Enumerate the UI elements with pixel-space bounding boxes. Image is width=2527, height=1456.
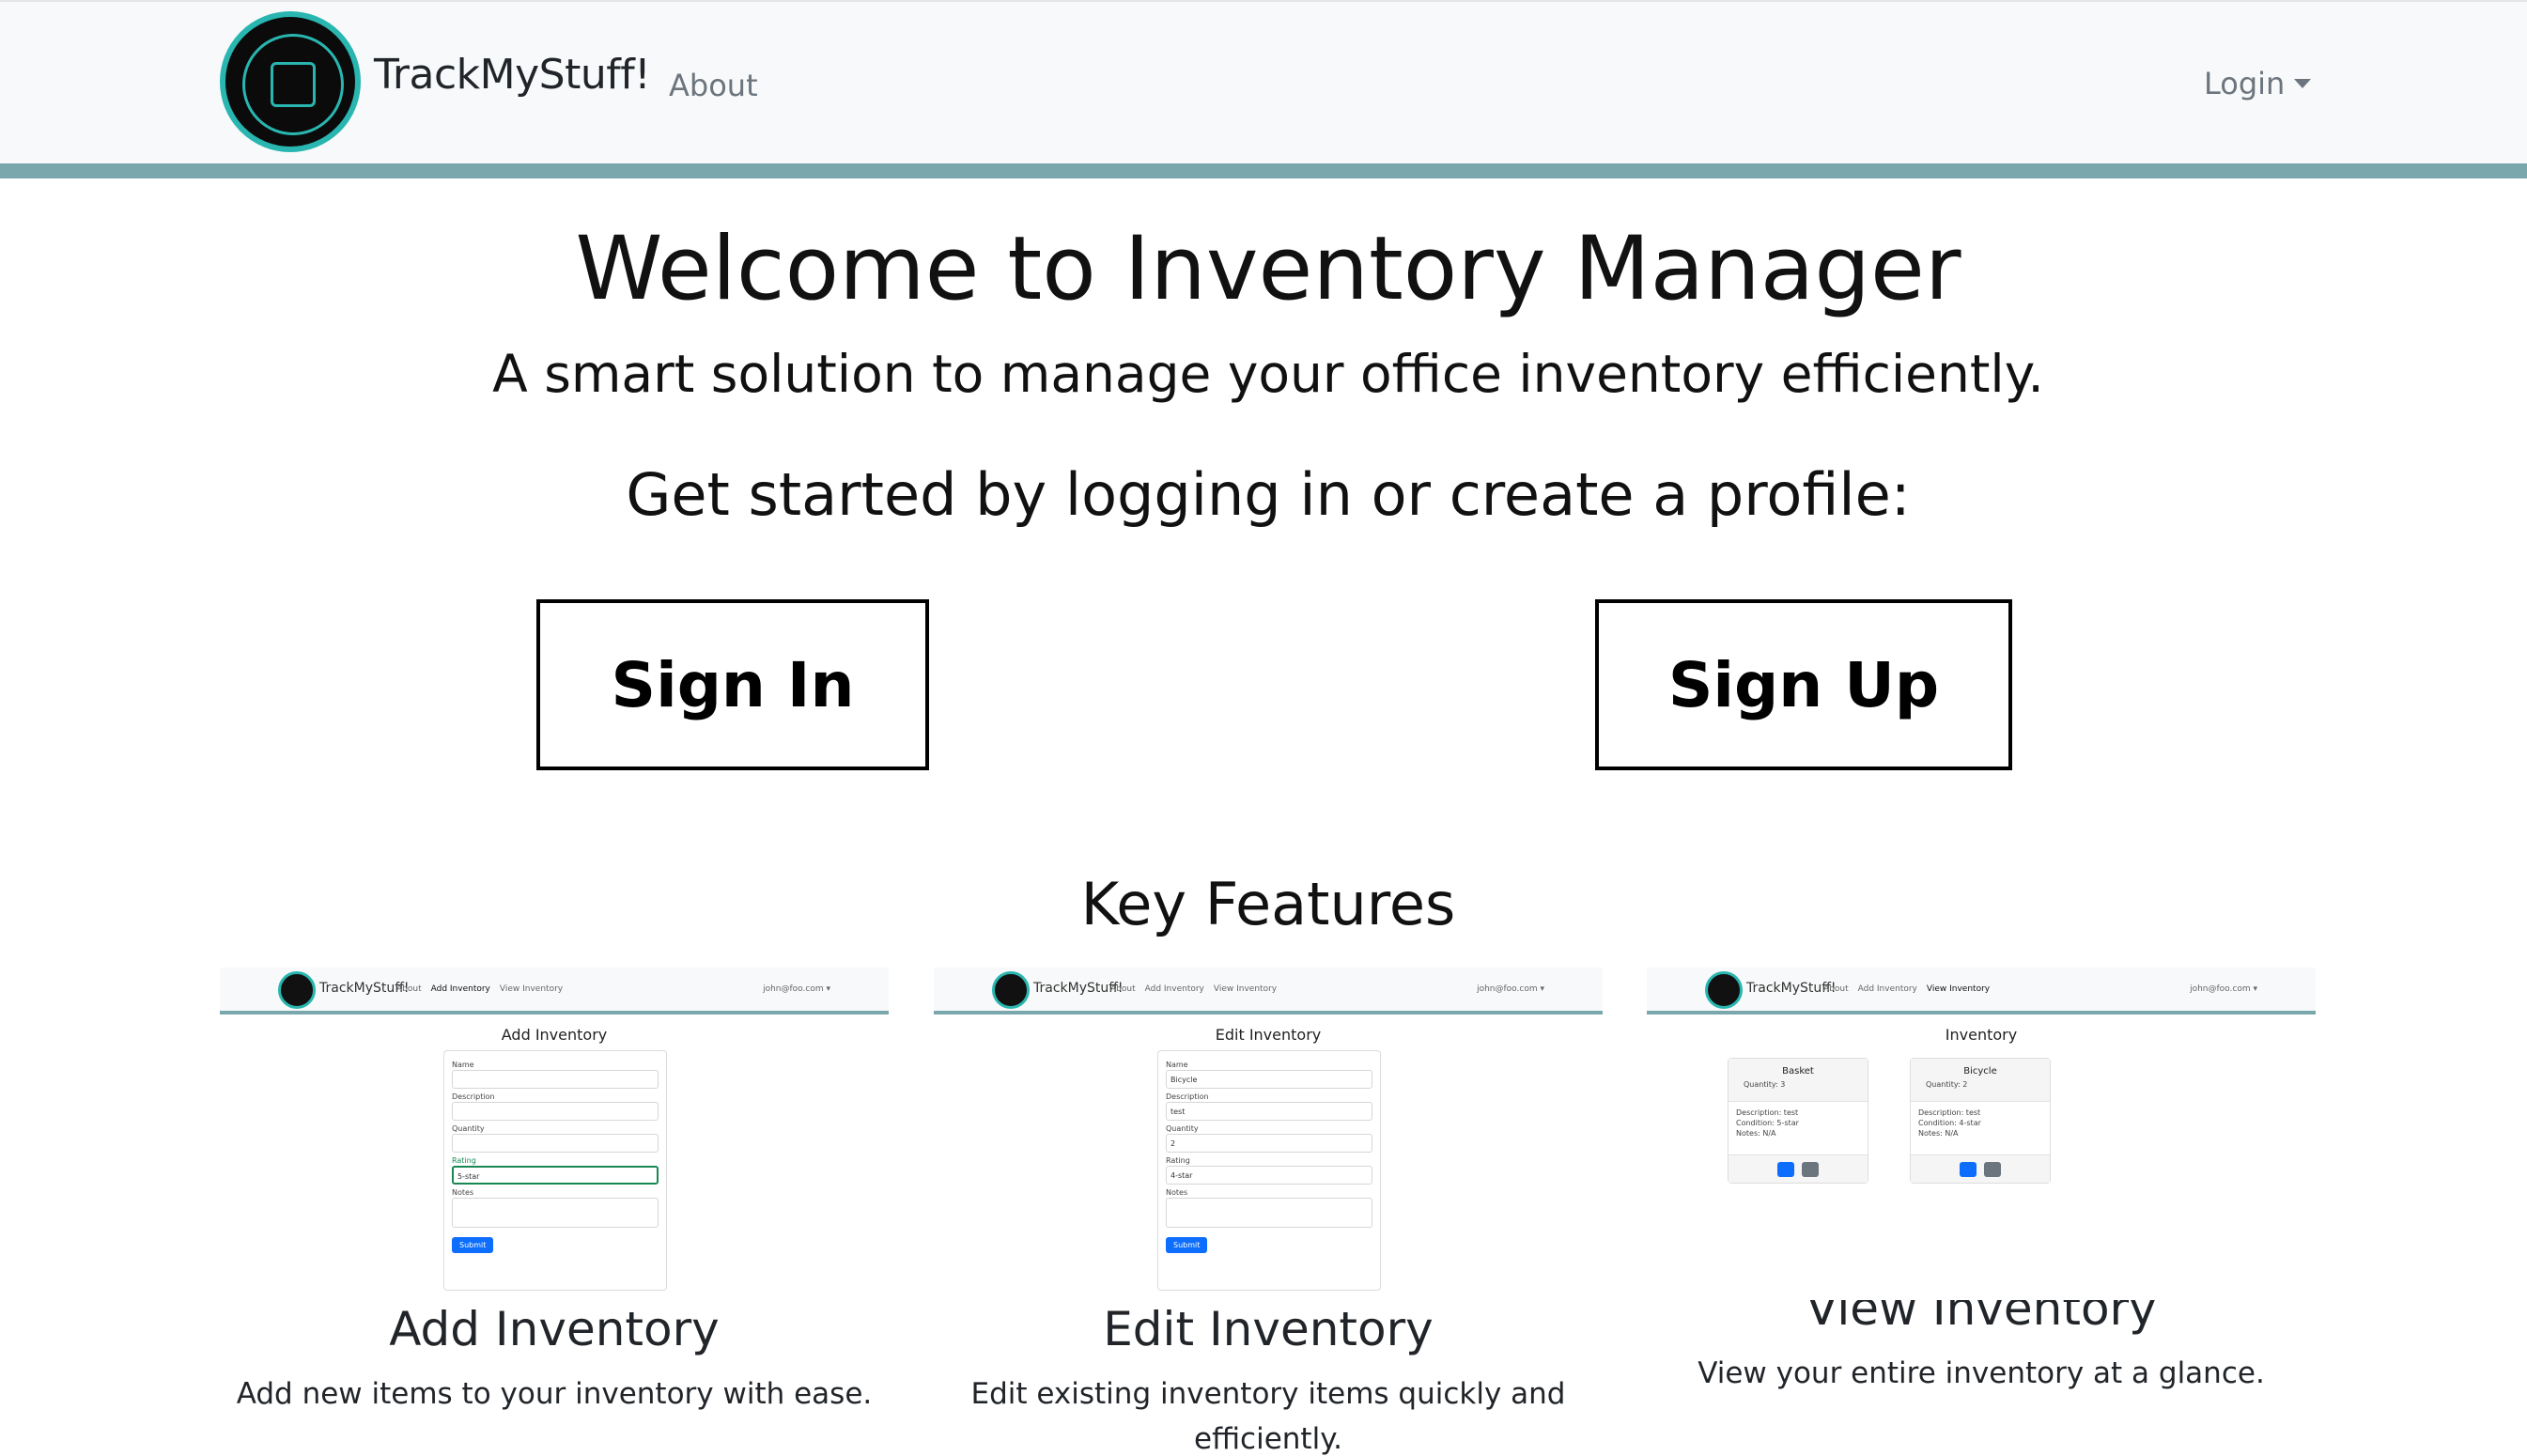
mini-field-label: Notes (452, 1188, 474, 1197)
mini-form: Name Description Quantity Rating 5-star … (443, 1050, 667, 1291)
mini-field-input: 2 (1166, 1134, 1372, 1153)
feature-card-view-inventory: TrackMyStuff! About Add Inventory View I… (1647, 968, 2316, 1396)
hero-subtitle: A smart solution to manage your office i… (492, 344, 2044, 404)
mini-navbar: TrackMyStuff! About Add Inventory View I… (934, 968, 1603, 1015)
mini-page-title: Edit Inventory (1215, 1026, 1322, 1044)
mini-card-body: Description: test Condition: 5-star Note… (1729, 1102, 1868, 1144)
mini-submit-button: Submit (452, 1237, 494, 1253)
trackmystuff-logo[interactable] (220, 11, 361, 152)
mini-field-label: Name (1166, 1061, 1188, 1069)
pencil-icon (1960, 1161, 1977, 1177)
mini-link: Add Inventory (1857, 984, 1917, 994)
edit-inventory-screenshot: TrackMyStuff! About Add Inventory View I… (934, 968, 1603, 1300)
mini-field-input: test (1166, 1102, 1372, 1121)
mini-card-body: Description: test Condition: 4-star Note… (1911, 1102, 2050, 1144)
mini-link: Add Inventory (430, 984, 490, 994)
mini-page-title: Inventory (1945, 1026, 2018, 1044)
mini-card-condition: Condition: 5-star (1736, 1119, 1799, 1127)
mini-nav-links: About Add Inventory View Inventory (1110, 984, 1277, 994)
mini-card-notes: Notes: N/A (1918, 1129, 1959, 1138)
trash-icon (1802, 1161, 1819, 1177)
mini-nav-links: About Add Inventory View Inventory (396, 984, 563, 994)
top-navbar: TrackMyStuff! About Login (0, 0, 2527, 165)
mini-field-label: Description (452, 1092, 495, 1101)
feature-card-add-inventory: TrackMyStuff! About Add Inventory View I… (220, 968, 889, 1417)
add-inventory-screenshot: TrackMyStuff! About Add Inventory View I… (220, 968, 889, 1300)
mini-field-label: Name (452, 1061, 474, 1069)
hero-call-to-action: Get started by logging in or create a pr… (626, 460, 1911, 529)
feature-description: View your entire inventory at a glance. (1698, 1356, 2265, 1390)
feature-description: Edit existing inventory items quickly an… (970, 1377, 1566, 1456)
mini-field-label: Quantity (1166, 1124, 1199, 1133)
mini-inventory-card: Bicycle Quantity: 2 Description: test Co… (1910, 1058, 2051, 1184)
view-inventory-screenshot: TrackMyStuff! About Add Inventory View I… (1647, 968, 2316, 1300)
mini-card-footer (1911, 1154, 2050, 1183)
mini-card-quantity: Quantity: 3 (1744, 1080, 1786, 1089)
mini-page-title: Add Inventory (501, 1026, 608, 1044)
mini-link: View Inventory (499, 984, 564, 994)
mini-card-header: Bicycle Quantity: 2 (1911, 1059, 2050, 1102)
mini-field-input (452, 1134, 659, 1153)
mini-card-condition: Condition: 4-star (1918, 1119, 1981, 1127)
trash-icon (1984, 1161, 2001, 1177)
mini-textarea (452, 1198, 659, 1228)
chevron-down-icon (2294, 79, 2312, 88)
mini-field-label: Quantity (452, 1124, 485, 1133)
navbar-accent-stripe (0, 163, 2527, 178)
sign-in-button[interactable]: Sign In (536, 599, 929, 770)
mini-link: About (1823, 984, 1849, 994)
mini-field-input: Bicycle (1166, 1070, 1372, 1089)
mini-textarea (1166, 1198, 1372, 1228)
login-dropdown[interactable]: Login (2204, 66, 2312, 101)
mini-link: View Inventory (1213, 984, 1278, 994)
mini-card-notes: Notes: N/A (1736, 1129, 1776, 1138)
mini-logo (992, 971, 1030, 1009)
mini-submit-button: Submit (1166, 1237, 1208, 1253)
mini-card-header: Basket Quantity: 3 (1729, 1059, 1868, 1102)
mini-link: Add Inventory (1144, 984, 1204, 994)
page-title: Welcome to Inventory Manager (575, 218, 1961, 320)
mini-link: View Inventory (1926, 984, 1991, 994)
mini-navbar: TrackMyStuff! About Add Inventory View I… (220, 968, 889, 1015)
feature-description: Add new items to your inventory with eas… (236, 1377, 873, 1411)
mini-user: john@foo.com ▾ (1477, 984, 1544, 994)
login-label: Login (2204, 66, 2286, 101)
mini-form: Name Bicycle Description test Quantity 2… (1157, 1050, 1381, 1291)
mini-field-label: Description (1166, 1092, 1209, 1101)
sign-up-button[interactable]: Sign Up (1595, 599, 2012, 770)
mini-field-label: Rating (452, 1156, 476, 1165)
mini-card-title: Basket (1782, 1066, 1814, 1077)
feature-name: Add Inventory (389, 1302, 720, 1356)
mini-nav-links: About Add Inventory View Inventory (1823, 984, 1990, 994)
nav-about-link[interactable]: About (669, 68, 758, 103)
mini-card-quantity: Quantity: 2 (1926, 1080, 1968, 1089)
mini-logo (278, 971, 316, 1009)
mini-card-description: Description: test (1736, 1108, 1799, 1117)
key-features-heading: Key Features (1080, 870, 1456, 938)
mini-inventory-card: Basket Quantity: 3 Description: test Con… (1728, 1058, 1868, 1184)
mini-card-description: Description: test (1918, 1108, 1981, 1117)
mini-logo (1705, 971, 1743, 1009)
mini-link: About (1110, 984, 1136, 994)
mini-link: About (396, 984, 422, 994)
brand-name[interactable]: TrackMyStuff! (374, 51, 651, 99)
feature-name: Edit Inventory (1103, 1302, 1434, 1356)
mini-field-input (452, 1102, 659, 1121)
mini-field-input: 4-star (1166, 1166, 1372, 1185)
pencil-icon (1777, 1161, 1794, 1177)
mini-field-label: Rating (1166, 1156, 1190, 1165)
mini-card-footer (1729, 1154, 1868, 1183)
mini-card-title: Bicycle (1963, 1066, 1997, 1077)
mini-field-input: 5-star (452, 1166, 659, 1185)
mini-field-input (452, 1070, 659, 1089)
mini-navbar: TrackMyStuff! About Add Inventory View I… (1647, 968, 2316, 1015)
mini-field-label: Notes (1166, 1188, 1188, 1197)
mini-user: john@foo.com ▾ (2190, 984, 2257, 994)
feature-card-edit-inventory: TrackMyStuff! About Add Inventory View I… (934, 968, 1603, 1456)
mini-user: john@foo.com ▾ (763, 984, 830, 994)
